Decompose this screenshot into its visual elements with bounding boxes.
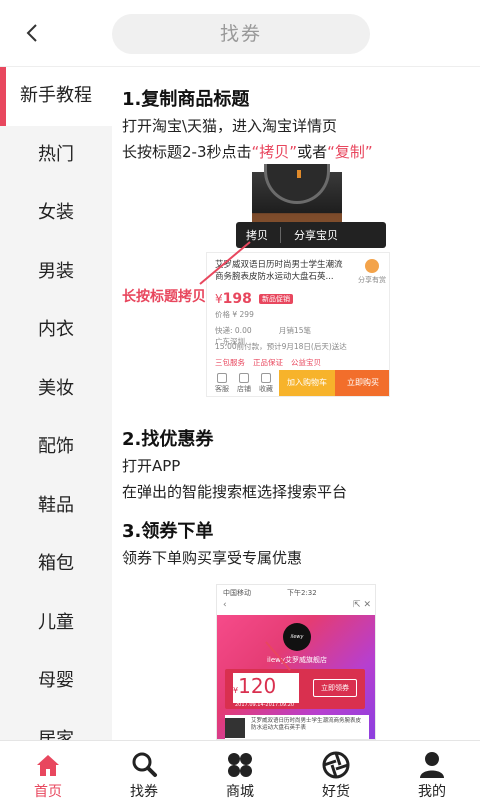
coupon-date: 2017.09.14-2017.09.20	[235, 702, 295, 708]
step1-title: 1.复制商品标题	[122, 89, 250, 110]
category-sidebar: 新手教程 热门 女装 男装 内衣 美妆 配饰 鞋品 箱包 儿童 母婴 居家	[0, 67, 112, 740]
step1-copy-keyword: “拷贝”	[251, 143, 298, 161]
sidebar-item-baby[interactable]: 母婴	[0, 652, 112, 711]
tab-mall-label: 商城	[226, 784, 254, 800]
search-box[interactable]: 找券	[112, 14, 370, 54]
sidebar-item-shoes[interactable]: 鞋品	[0, 477, 112, 536]
step1-copy-keyword-2: “复制”	[327, 143, 373, 161]
bottom-nav: 首页 找券 商城 好货 我的	[0, 740, 480, 800]
pointer-arrow	[265, 641, 291, 671]
long-press-label: 长按标题拷贝	[122, 289, 206, 305]
store-name: ilewy艾罗威旗舰店	[266, 656, 328, 664]
product-thumb	[225, 718, 245, 738]
sidebar-item-men[interactable]: 男装	[0, 243, 112, 302]
top-bar: 找券	[0, 0, 480, 67]
tab-mall[interactable]: 商城	[192, 741, 288, 801]
back-button[interactable]	[18, 18, 48, 48]
user-icon	[417, 750, 447, 780]
tab-good-stuff[interactable]: 好货	[288, 741, 384, 801]
step2-title: 2.找优惠券	[122, 429, 214, 450]
step1-line1: 打开淘宝\天猫，进入淘宝详情页	[122, 117, 338, 135]
search-icon	[129, 750, 159, 780]
copy-title-illustration: 拷贝 分享宝贝 艾罗威双语日历时尚男士学生潮流商务腕表皮防水运动大盘石英... …	[122, 164, 390, 402]
coupon-amount: 120	[238, 674, 277, 698]
coupon-value: ¥120	[233, 673, 299, 703]
store-banner: ilewy ilewy艾罗威旗舰店 ¥120 2017.09.14-2017.0…	[217, 615, 375, 739]
sidebar-item-home[interactable]: 居家	[0, 711, 112, 741]
phone-status-bar: 中国移动 下午2:32	[217, 585, 375, 599]
share-close-icon: ⇱ ✕	[353, 600, 371, 610]
step2-line2: 在弹出的智能搜索框选择搜索平台	[122, 483, 348, 501]
sidebar-item-underwear[interactable]: 内衣	[0, 301, 112, 360]
tab-find-coupon[interactable]: 找券	[96, 741, 192, 801]
phone-carrier: 中国移动	[223, 589, 251, 597]
sidebar-item-hot[interactable]: 热门	[0, 126, 112, 185]
get-coupon-button: 立即领券	[313, 679, 357, 697]
step3-title: 3.领券下单	[122, 521, 214, 542]
tab-home-label: 首页	[34, 784, 62, 800]
coupon-product-title: 艾罗威双语日历时尚男士学生潮流商务腕表皮防水运动大盘石英手表	[251, 718, 362, 731]
phone-time: 下午2:32	[287, 589, 317, 597]
coupon-product: 艾罗威双语日历时尚男士学生潮流商务腕表皮防水运动大盘石英手表	[225, 715, 369, 739]
sidebar-item-women[interactable]: 女装	[0, 184, 112, 243]
sidebar-item-kids[interactable]: 儿童	[0, 594, 112, 653]
sidebar-item-accessories[interactable]: 配饰	[0, 418, 112, 477]
aperture-icon	[321, 750, 351, 780]
home-icon	[33, 750, 63, 780]
step2-line1: 打开APP	[122, 457, 181, 475]
chevron-left-icon: ‹	[223, 600, 227, 610]
phone-nav: ‹ ⇱ ✕	[217, 599, 375, 615]
step1-line2-prefix: 长按标题2-3秒点击	[122, 143, 252, 161]
sidebar-item-bags[interactable]: 箱包	[0, 535, 112, 594]
chevron-left-icon	[26, 24, 37, 42]
tutorial-content: 1.复制商品标题 打开淘宝\天猫，进入淘宝详情页 长按标题2-3秒点击“拷贝”或…	[112, 67, 480, 740]
coupon-phone-illustration: 中国移动 下午2:32 ‹ ⇱ ✕ ilewy ilewy艾罗威旗舰店 ¥120…	[216, 584, 376, 740]
grid-icon	[225, 750, 255, 780]
tab-find-coupon-label: 找券	[130, 784, 158, 800]
coupon-card: ¥120 2017.09.14-2017.09.20 立即领券	[225, 669, 365, 709]
tab-mine-label: 我的	[418, 784, 446, 800]
sidebar-item-beauty[interactable]: 美妆	[0, 360, 112, 419]
sidebar-item-tutorial[interactable]: 新手教程	[0, 67, 112, 126]
step3-line1: 领券下单购买享受专属优惠	[122, 549, 303, 567]
tab-home[interactable]: 首页	[0, 741, 96, 801]
tab-mine[interactable]: 我的	[384, 741, 480, 801]
tab-good-stuff-label: 好货	[322, 784, 350, 800]
step1-line2: 长按标题2-3秒点击“拷贝”或者“复制”	[122, 141, 373, 162]
step1-or: 或者	[297, 143, 328, 161]
